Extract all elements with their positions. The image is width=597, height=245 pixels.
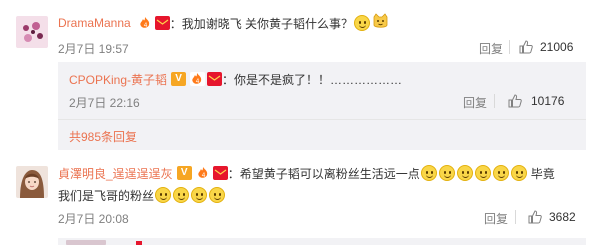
smile-emoji-icon <box>492 165 509 181</box>
like-button[interactable]: 21006 <box>518 38 573 56</box>
red-envelope-badge-icon[interactable] <box>207 72 223 86</box>
smile-emoji-icon <box>191 187 208 203</box>
username[interactable]: 貞澤明良_逞逞逞逞灰 <box>58 165 173 182</box>
divider <box>515 210 516 224</box>
reply-box-next <box>58 238 586 245</box>
smile-emoji-icon <box>155 187 172 203</box>
thumbs-up-icon <box>527 209 543 225</box>
avatar[interactable] <box>16 166 48 198</box>
smile-emoji-icon <box>209 187 226 203</box>
divider <box>509 40 510 54</box>
like-button[interactable]: 10176 <box>507 92 564 110</box>
reply-text: ：你是不是疯了！！……………… <box>222 72 403 87</box>
fans-badge-icon[interactable]: 4 <box>190 72 206 86</box>
fans-badge-icon[interactable]: 4 <box>195 166 211 180</box>
badge-sliver <box>136 241 142 245</box>
smile-emoji-icon <box>456 165 473 181</box>
smile-emoji-icon <box>510 165 527 181</box>
smile-emoji-icon <box>420 165 437 181</box>
comment-text: ：我加谢晓飞 关你黄子韬什么事？ <box>169 16 354 31</box>
like-count: 21006 <box>540 40 574 54</box>
red-envelope-badge-icon[interactable] <box>154 16 170 30</box>
comment-text-tail: 毕竟 <box>530 166 555 181</box>
thumbs-up-icon <box>507 93 523 109</box>
total-replies-link[interactable]: 共985条回复 <box>69 128 137 145</box>
reply-button[interactable]: 回复 <box>484 210 508 227</box>
smile-emoji-icon <box>474 165 491 181</box>
reply-avatar-sliver <box>66 240 106 245</box>
username[interactable]: DramaManna <box>58 16 131 30</box>
smile-emoji-icon <box>438 165 455 181</box>
fans-badge-icon[interactable]: 4 <box>137 16 153 30</box>
comment-text-line2: 我们是飞哥的粉丝 <box>58 188 155 203</box>
cat-emoji-icon <box>372 13 389 33</box>
smile-emoji-icon <box>173 187 190 203</box>
reply-timestamp: 2月7日 22:16 <box>69 96 140 110</box>
reply-username[interactable]: CPOPKing-黄子韬 <box>69 71 167 88</box>
svg-text:4: 4 <box>143 22 147 29</box>
smile-emoji-icon <box>354 15 371 31</box>
divider <box>494 94 495 108</box>
comment-text: ：希望黄子韬可以离粉丝生活远一点 <box>227 166 420 181</box>
reply-divider <box>58 119 586 120</box>
reply-button[interactable]: 回复 <box>479 40 503 57</box>
vip-badge-icon[interactable]: V <box>176 166 192 180</box>
timestamp: 2月7日 20:08 <box>58 212 129 226</box>
timestamp: 2月7日 19:57 <box>58 42 129 56</box>
like-count: 3682 <box>549 210 576 224</box>
vip-badge-icon[interactable]: V <box>171 72 187 86</box>
svg-text:4: 4 <box>196 78 200 85</box>
thumbs-up-icon <box>518 39 534 55</box>
svg-text:4: 4 <box>201 172 205 179</box>
reply-button[interactable]: 回复 <box>463 94 487 111</box>
avatar[interactable] <box>16 16 48 48</box>
red-envelope-badge-icon[interactable] <box>212 166 228 180</box>
like-button[interactable]: 3682 <box>527 208 576 226</box>
reply-box: CPOPKing-黄子韬 V 4 ：你是不是疯了！！……………… 2月7日 22… <box>58 62 586 150</box>
like-count: 10176 <box>531 94 565 108</box>
